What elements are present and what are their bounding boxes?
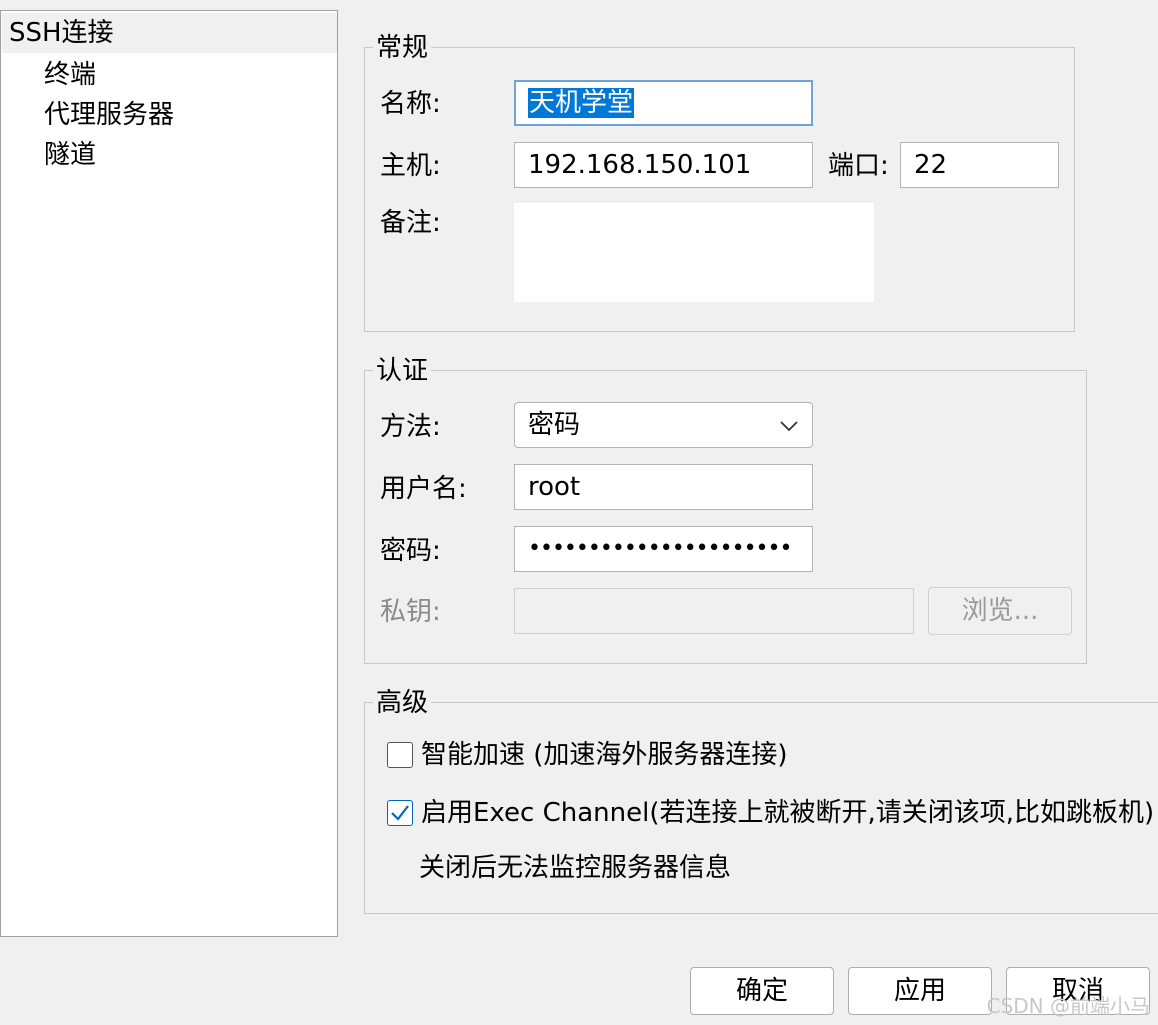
general-group-title: 常规	[373, 31, 432, 65]
exec-channel-note: 关闭后无法监控服务器信息	[419, 853, 732, 883]
host-input[interactable]: 192.168.150.101	[514, 142, 813, 188]
exec-channel-label[interactable]: 启用Exec Channel(若连接上就被断开,请关闭该项,比如跳板机)	[421, 793, 1154, 833]
port-input[interactable]: 22	[900, 142, 1059, 188]
port-label: 端口:	[828, 151, 889, 181]
settings-tree: SSH连接 终端 代理服务器 隧道	[0, 10, 338, 937]
smart-accel-label[interactable]: 智能加速 (加速海外服务器连接)	[421, 735, 788, 775]
smart-accel-checkbox[interactable]	[387, 742, 413, 768]
advanced-group-title: 高级	[373, 686, 432, 720]
tree-item-terminal[interactable]: 终端	[44, 55, 96, 95]
password-label: 密码:	[380, 536, 441, 566]
private-key-label: 私钥:	[380, 597, 441, 627]
name-input-value: 天机学堂	[528, 88, 635, 118]
note-textarea[interactable]	[514, 203, 874, 302]
method-select-value: 密码	[528, 410, 581, 440]
exec-channel-checkbox[interactable]	[387, 800, 413, 826]
host-label: 主机:	[380, 151, 441, 181]
note-label: 备注:	[380, 208, 441, 238]
private-key-input	[514, 588, 914, 634]
ok-button[interactable]: 确定	[690, 967, 834, 1015]
method-label: 方法:	[380, 412, 441, 442]
username-input[interactable]: root	[514, 464, 813, 510]
name-label: 名称:	[380, 89, 441, 119]
watermark: CSDN @前端小马	[986, 994, 1150, 1018]
chevron-down-icon	[780, 421, 798, 432]
password-input[interactable]: ••••••••••••••••••••••	[514, 526, 813, 572]
apply-button[interactable]: 应用	[848, 967, 992, 1015]
name-input[interactable]: 天机学堂	[514, 80, 813, 126]
auth-group-title: 认证	[373, 354, 432, 388]
method-select[interactable]: 密码	[514, 402, 813, 448]
tree-item-proxy[interactable]: 代理服务器	[44, 95, 174, 135]
tree-item-ssh[interactable]: SSH连接	[2, 13, 337, 53]
username-label: 用户名:	[380, 474, 467, 504]
browse-button: 浏览...	[928, 587, 1072, 635]
tree-item-tunnel[interactable]: 隧道	[44, 135, 96, 175]
checkmark-icon	[391, 805, 409, 821]
